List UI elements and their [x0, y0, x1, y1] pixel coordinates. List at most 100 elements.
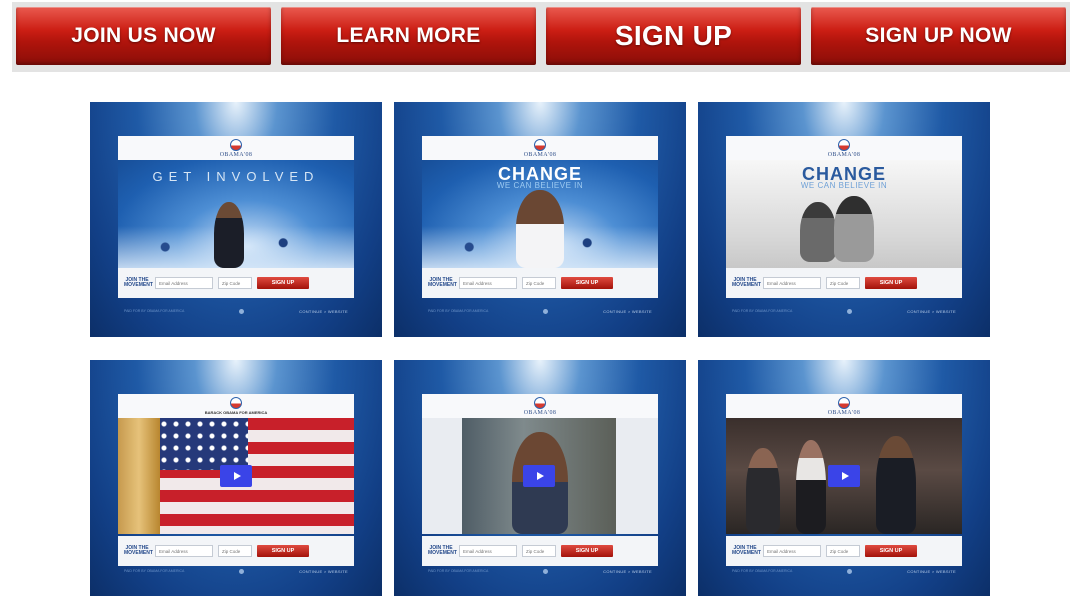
join-movement-label: JOIN THE MOVEMENT [428, 545, 457, 556]
form-sign-up-button[interactable]: SIGN UP [561, 545, 613, 557]
splash-panel: OBAMA'08 GET INVOLVED JOIN THEMOVEMENT S… [118, 136, 354, 322]
email-field[interactable] [763, 545, 821, 557]
paid-for-text: PAID FOR BY OBAMA FOR AMERICA [732, 309, 793, 313]
splash-footer: PAID FOR BY OBAMA FOR AMERICA CONTINUE >… [422, 564, 658, 578]
splash-header: OBAMA'08 [422, 394, 658, 418]
candidate-portrait [516, 190, 564, 268]
continue-website-link[interactable]: CONTINUE > WEBSITE [603, 569, 652, 574]
continue-website-link[interactable]: CONTINUE > WEBSITE [603, 309, 652, 314]
splash-panel: OBAMA'08 JOIN THEMOVEMENT SIGN UP PAID F… [726, 394, 962, 580]
signup-form-bar: JOIN THEMOVEMENT SIGN UP [422, 268, 658, 298]
paid-for-text: PAID FOR BY OBAMA FOR AMERICA [732, 569, 793, 573]
form-sign-up-button[interactable]: SIGN UP [561, 277, 613, 289]
form-sign-up-button[interactable]: SIGN UP [257, 545, 309, 557]
hero-image: CHANGE WE CAN BELIEVE IN [726, 160, 962, 268]
hero-title: GET INVOLVED [152, 169, 320, 184]
video-player[interactable] [726, 418, 962, 534]
signup-form-bar: JOIN THEMOVEMENT SIGN UP [118, 536, 354, 566]
crowd-figure [746, 448, 780, 534]
zip-code-field[interactable] [522, 277, 556, 289]
join-movement-label: JOIN THE MOVEMENT [124, 277, 153, 288]
hero-subtitle: WE CAN BELIEVE IN [800, 181, 888, 190]
flag-canton [158, 418, 248, 470]
brand-wordmark: OBAMA'08 [827, 409, 861, 416]
join-movement-label: JOIN THE MOVEMENT [124, 545, 153, 556]
email-field[interactable] [155, 277, 213, 289]
brand-wordmark: OBAMA'08 [827, 151, 861, 158]
zip-code-field[interactable] [218, 545, 252, 557]
play-icon[interactable] [523, 465, 555, 487]
splash-footer: PAID FOR BY OBAMA FOR AMERICA CONTINUE >… [726, 304, 962, 318]
splash-panel: OBAMA'08 CHANGE WE CAN BELIEVE IN JOIN T… [726, 136, 962, 322]
play-icon[interactable] [220, 465, 252, 487]
splash-thumbnail-change-portrait[interactable]: OBAMA'08 CHANGE WE CAN BELIEVE IN JOIN T… [394, 102, 686, 337]
video-thumbnail-portrait[interactable]: OBAMA'08 JOIN THEMOVEMENT SIGN UP PAID F… [394, 360, 686, 596]
video-player[interactable] [118, 418, 354, 534]
splash-thumbnail-change-family[interactable]: OBAMA'08 CHANGE WE CAN BELIEVE IN JOIN T… [698, 102, 990, 337]
footer-logo-icon [239, 568, 245, 574]
signup-form-bar: JOIN THEMOVEMENT SIGN UP [422, 536, 658, 566]
banner-tagline: BARACK OBAMA FOR AMERICA [204, 410, 268, 415]
zip-code-field[interactable] [522, 545, 556, 557]
video-player[interactable] [462, 418, 616, 534]
crowd-figure [796, 440, 826, 534]
footer-logo-icon [847, 308, 853, 314]
sign-up-button[interactable]: SIGN UP [546, 7, 801, 65]
signup-form-bar: JOIN THEMOVEMENT SIGN UP [726, 536, 962, 566]
footer-logo-icon [239, 308, 245, 314]
paid-for-text: PAID FOR BY OBAMA FOR AMERICA [428, 569, 489, 573]
splash-header: BARACK OBAMA FOR AMERICA [118, 394, 354, 418]
email-field[interactable] [763, 277, 821, 289]
continue-website-link[interactable]: CONTINUE > WEBSITE [907, 309, 956, 314]
splash-thumbnail-get-involved[interactable]: OBAMA'08 GET INVOLVED JOIN THEMOVEMENT S… [90, 102, 382, 337]
play-icon[interactable] [828, 465, 860, 487]
zip-code-field[interactable] [218, 277, 252, 289]
sign-up-now-button[interactable]: SIGN UP NOW [811, 7, 1066, 65]
zip-code-field[interactable] [826, 277, 860, 289]
splash-header: OBAMA'08 [726, 136, 962, 160]
splash-header: OBAMA'08 [118, 136, 354, 160]
obama-logo-icon [534, 138, 546, 151]
footer-logo-icon [847, 568, 853, 574]
paid-for-text: PAID FOR BY OBAMA FOR AMERICA [124, 569, 185, 573]
form-sign-up-button[interactable]: SIGN UP [865, 277, 917, 289]
video-thumbnail-flag[interactable]: BARACK OBAMA FOR AMERICA JOIN THE MOVEMEN… [90, 360, 382, 596]
video-thumbnail-crowd[interactable]: OBAMA'08 JOIN THEMOVEMENT SIGN UP PAID F… [698, 360, 990, 596]
splash-panel: OBAMA'08 JOIN THEMOVEMENT SIGN UP PAID F… [422, 394, 658, 580]
email-field[interactable] [459, 545, 517, 557]
join-us-now-button[interactable]: JOIN US NOW [16, 7, 271, 65]
obama-logo-icon [230, 397, 242, 409]
footer-logo-icon [543, 568, 549, 574]
continue-website-link[interactable]: CONTINUE > WEBSITE [907, 569, 956, 574]
hero-image: GET INVOLVED [118, 160, 354, 268]
splash-footer: PAID FOR BY OBAMA FOR AMERICA CONTINUE >… [726, 564, 962, 578]
brand-wordmark: OBAMA'08 [523, 409, 557, 416]
email-field[interactable] [155, 545, 213, 557]
building-column [118, 418, 160, 534]
signup-form-bar: JOIN THEMOVEMENT SIGN UP [726, 268, 962, 298]
hero-subtitle: WE CAN BELIEVE IN [496, 181, 584, 190]
obama-logo-icon [230, 138, 242, 151]
family-photo [800, 202, 836, 262]
form-sign-up-button[interactable]: SIGN UP [257, 277, 309, 289]
paid-for-text: PAID FOR BY OBAMA FOR AMERICA [124, 309, 185, 313]
zip-code-field[interactable] [826, 545, 860, 557]
splash-header: OBAMA'08 [726, 394, 962, 418]
paid-for-text: PAID FOR BY OBAMA FOR AMERICA [428, 309, 489, 313]
signup-form-bar: JOIN THEMOVEMENT SIGN UP [118, 268, 354, 298]
join-movement-label: JOIN THE MOVEMENT [732, 545, 761, 556]
continue-website-link[interactable]: CONTINUE > WEBSITE [299, 569, 348, 574]
splash-footer: PAID FOR BY OBAMA FOR AMERICA CONTINUE >… [118, 304, 354, 318]
obama-logo-icon [838, 396, 850, 409]
email-field[interactable] [459, 277, 517, 289]
footer-logo-icon [543, 308, 549, 314]
splash-header: OBAMA'08 [422, 136, 658, 160]
learn-more-button[interactable]: LEARN MORE [281, 7, 536, 65]
continue-website-link[interactable]: CONTINUE > WEBSITE [299, 309, 348, 314]
candidate-figure [876, 436, 916, 534]
splash-panel: BARACK OBAMA FOR AMERICA JOIN THE MOVEMEN… [118, 394, 354, 580]
obama-logo-icon [534, 396, 546, 409]
splash-footer: PAID FOR BY OBAMA FOR AMERICA CONTINUE >… [422, 304, 658, 318]
form-sign-up-button[interactable]: SIGN UP [865, 545, 917, 557]
splash-panel: OBAMA'08 CHANGE WE CAN BELIEVE IN JOIN T… [422, 136, 658, 322]
